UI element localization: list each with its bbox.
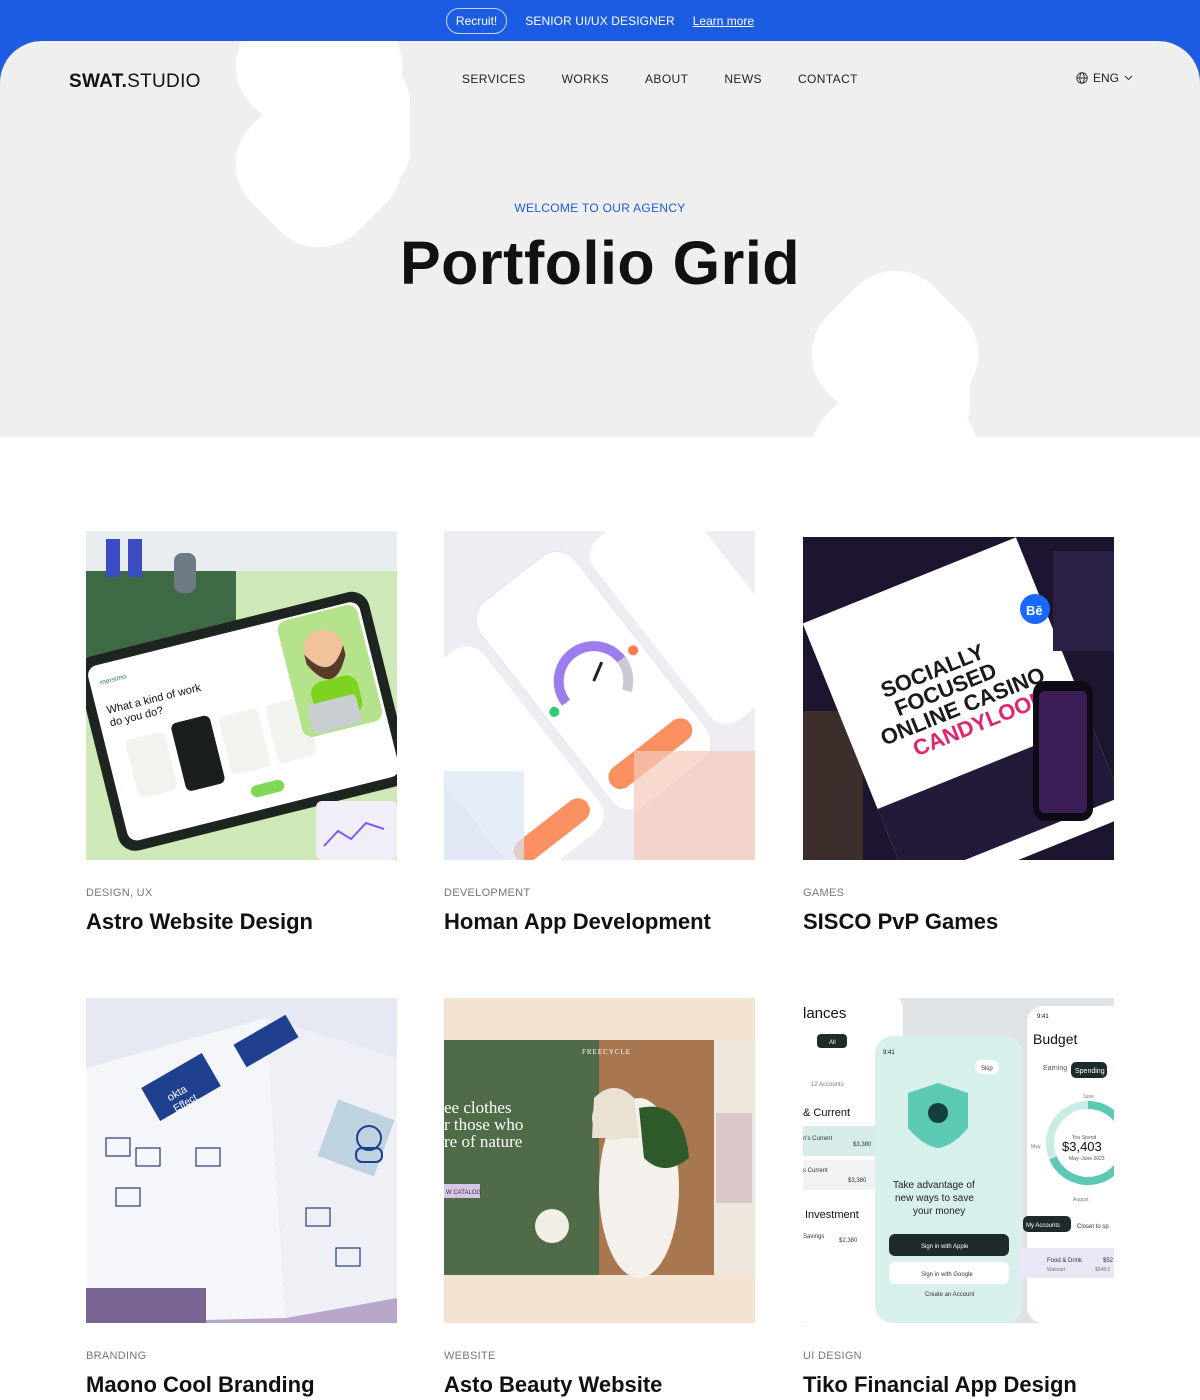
asto-brand: FREECYCLE <box>582 1048 631 1056</box>
tiko-right-item: Food & Drink <box>1047 1258 1083 1264</box>
tiko-right-item-sub: Walmart <box>1047 1267 1066 1273</box>
tiko-right-title: Budget <box>1033 1031 1077 1047</box>
tiko-right-aug: August <box>1073 1197 1089 1203</box>
main-nav: SERVICES WORKS ABOUT NEWS CONTACT <box>462 72 894 86</box>
page-title: Portfolio Grid <box>399 229 801 297</box>
tiko-right-range: May–June 2023 <box>1069 1156 1105 1162</box>
chevron-down-icon <box>1124 75 1133 81</box>
project-thumbnail-asto[interactable]: FREECYCLE ee clothes r those who re of n… <box>444 998 755 1323</box>
hero-eyebrow: WELCOME TO OUR AGENCY <box>514 201 686 215</box>
tiko-create-account: Create an Account <box>925 1292 975 1298</box>
asto-headline-3: re of nature <box>444 1132 522 1151</box>
tiko-left-row3-name: Savings <box>803 1234 824 1240</box>
project-category: DEVELOPMENT <box>444 887 531 899</box>
tiko-left-row2-name: s Current <box>803 1168 828 1174</box>
tiko-right-close: Closet to sp <box>1077 1224 1109 1230</box>
tiko-right-accounts: My Accounts <box>1026 1223 1060 1229</box>
tiko-left-section2: Investment <box>805 1209 859 1221</box>
project-thumbnail-maono[interactable]: okta Effect <box>86 998 397 1323</box>
project-thumbnail-homan[interactable] <box>444 531 755 860</box>
tiko-left-row1-name: n's Current <box>803 1136 832 1142</box>
project-title[interactable]: Tiko Financial App Design <box>803 1372 1077 1398</box>
nav-about[interactable]: ABOUT <box>645 72 688 86</box>
project-title[interactable]: Asto Beauty Website <box>444 1372 662 1398</box>
tiko-right-time: 9:41 <box>1037 1014 1049 1020</box>
learn-more-link[interactable]: Learn more <box>693 14 754 28</box>
project-category: GAMES <box>803 887 845 899</box>
tiko-left-row2-amount: $3,380 <box>848 1178 867 1184</box>
svg-text:your money: your money <box>913 1206 965 1217</box>
tiko-right-amount: $3,403 <box>1062 1139 1102 1154</box>
tiko-right-item-amt2: $548.0 <box>1095 1267 1111 1273</box>
project-category: UI DESIGN <box>803 1350 862 1362</box>
announcement-content: Recruit! SENIOR UI/UX DESIGNER Learn mor… <box>0 0 1200 42</box>
project-thumbnail-tiko[interactable]: lances All 12 Accounts & Current n's Cur… <box>803 998 1114 1323</box>
tiko-right-may: May <box>1031 1144 1041 1150</box>
project-title[interactable]: Homan App Development <box>444 909 711 935</box>
nav-news[interactable]: NEWS <box>724 72 762 86</box>
svg-text:new ways to save: new ways to save <box>895 1193 974 1204</box>
logo-light: STUDIO <box>127 71 201 92</box>
tiko-left-tab: All <box>829 1040 836 1046</box>
project-category: BRANDING <box>86 1350 147 1362</box>
tiko-apple-button: Sign in with Apple <box>921 1244 969 1250</box>
language-selector[interactable]: ENG <box>1076 71 1133 85</box>
globe-icon <box>1076 72 1088 84</box>
language-label: ENG <box>1093 71 1120 85</box>
tiko-left-section: & Current <box>803 1107 850 1119</box>
logo-bold: SWAT. <box>69 71 128 92</box>
tiko-right-tab-1: Earning <box>1043 1065 1067 1072</box>
project-title[interactable]: SISCO PvP Games <box>803 909 998 935</box>
project-title[interactable]: Astro Website Design <box>86 909 313 935</box>
project-category: DESIGN, UX <box>86 887 153 899</box>
tiko-mid-time: 9:41 <box>883 1050 895 1056</box>
hero-section: SWAT.STUDIO SERVICES WORKS ABOUT NEWS CO… <box>0 41 1200 437</box>
project-thumbnail-sisco[interactable]: SOCIALLY FOCUSED ONLINE CASINO CANDYLOOP… <box>803 531 1114 860</box>
tiko-google-button: Sign in with Google <box>921 1272 973 1278</box>
announcement-title: SENIOR UI/UX DESIGNER <box>525 14 675 28</box>
tiko-skip: Skip <box>981 1066 993 1072</box>
project-thumbnail-astro[interactable]: mersimo What a kind of work do you do? <box>86 531 397 860</box>
behance-badge: Bē <box>1026 603 1043 618</box>
recruit-badge[interactable]: Recruit! <box>445 8 508 34</box>
tiko-left-count: 12 Accounts <box>811 1082 844 1088</box>
project-category: WEBSITE <box>444 1350 496 1362</box>
nav-works[interactable]: WORKS <box>562 72 609 86</box>
tiko-left-title: lances <box>803 1005 846 1022</box>
tiko-left-row1-amount: $3,380 <box>853 1142 872 1148</box>
site-logo[interactable]: SWAT.STUDIO <box>69 71 201 93</box>
svg-text:Take advantage of: Take advantage of <box>893 1180 975 1191</box>
nav-contact[interactable]: CONTACT <box>798 72 858 86</box>
asto-cta: W CATALOG <box>446 1190 481 1196</box>
project-title[interactable]: Maono Cool Branding <box>86 1372 315 1398</box>
nav-services[interactable]: SERVICES <box>462 72 526 86</box>
tiko-right-item-amt: $52 <box>1103 1258 1114 1264</box>
tiko-right-tab-2: Spending <box>1075 1068 1105 1075</box>
tiko-right-month: June <box>1083 1094 1094 1100</box>
tiko-left-row3-amount: $2,380 <box>839 1238 858 1244</box>
